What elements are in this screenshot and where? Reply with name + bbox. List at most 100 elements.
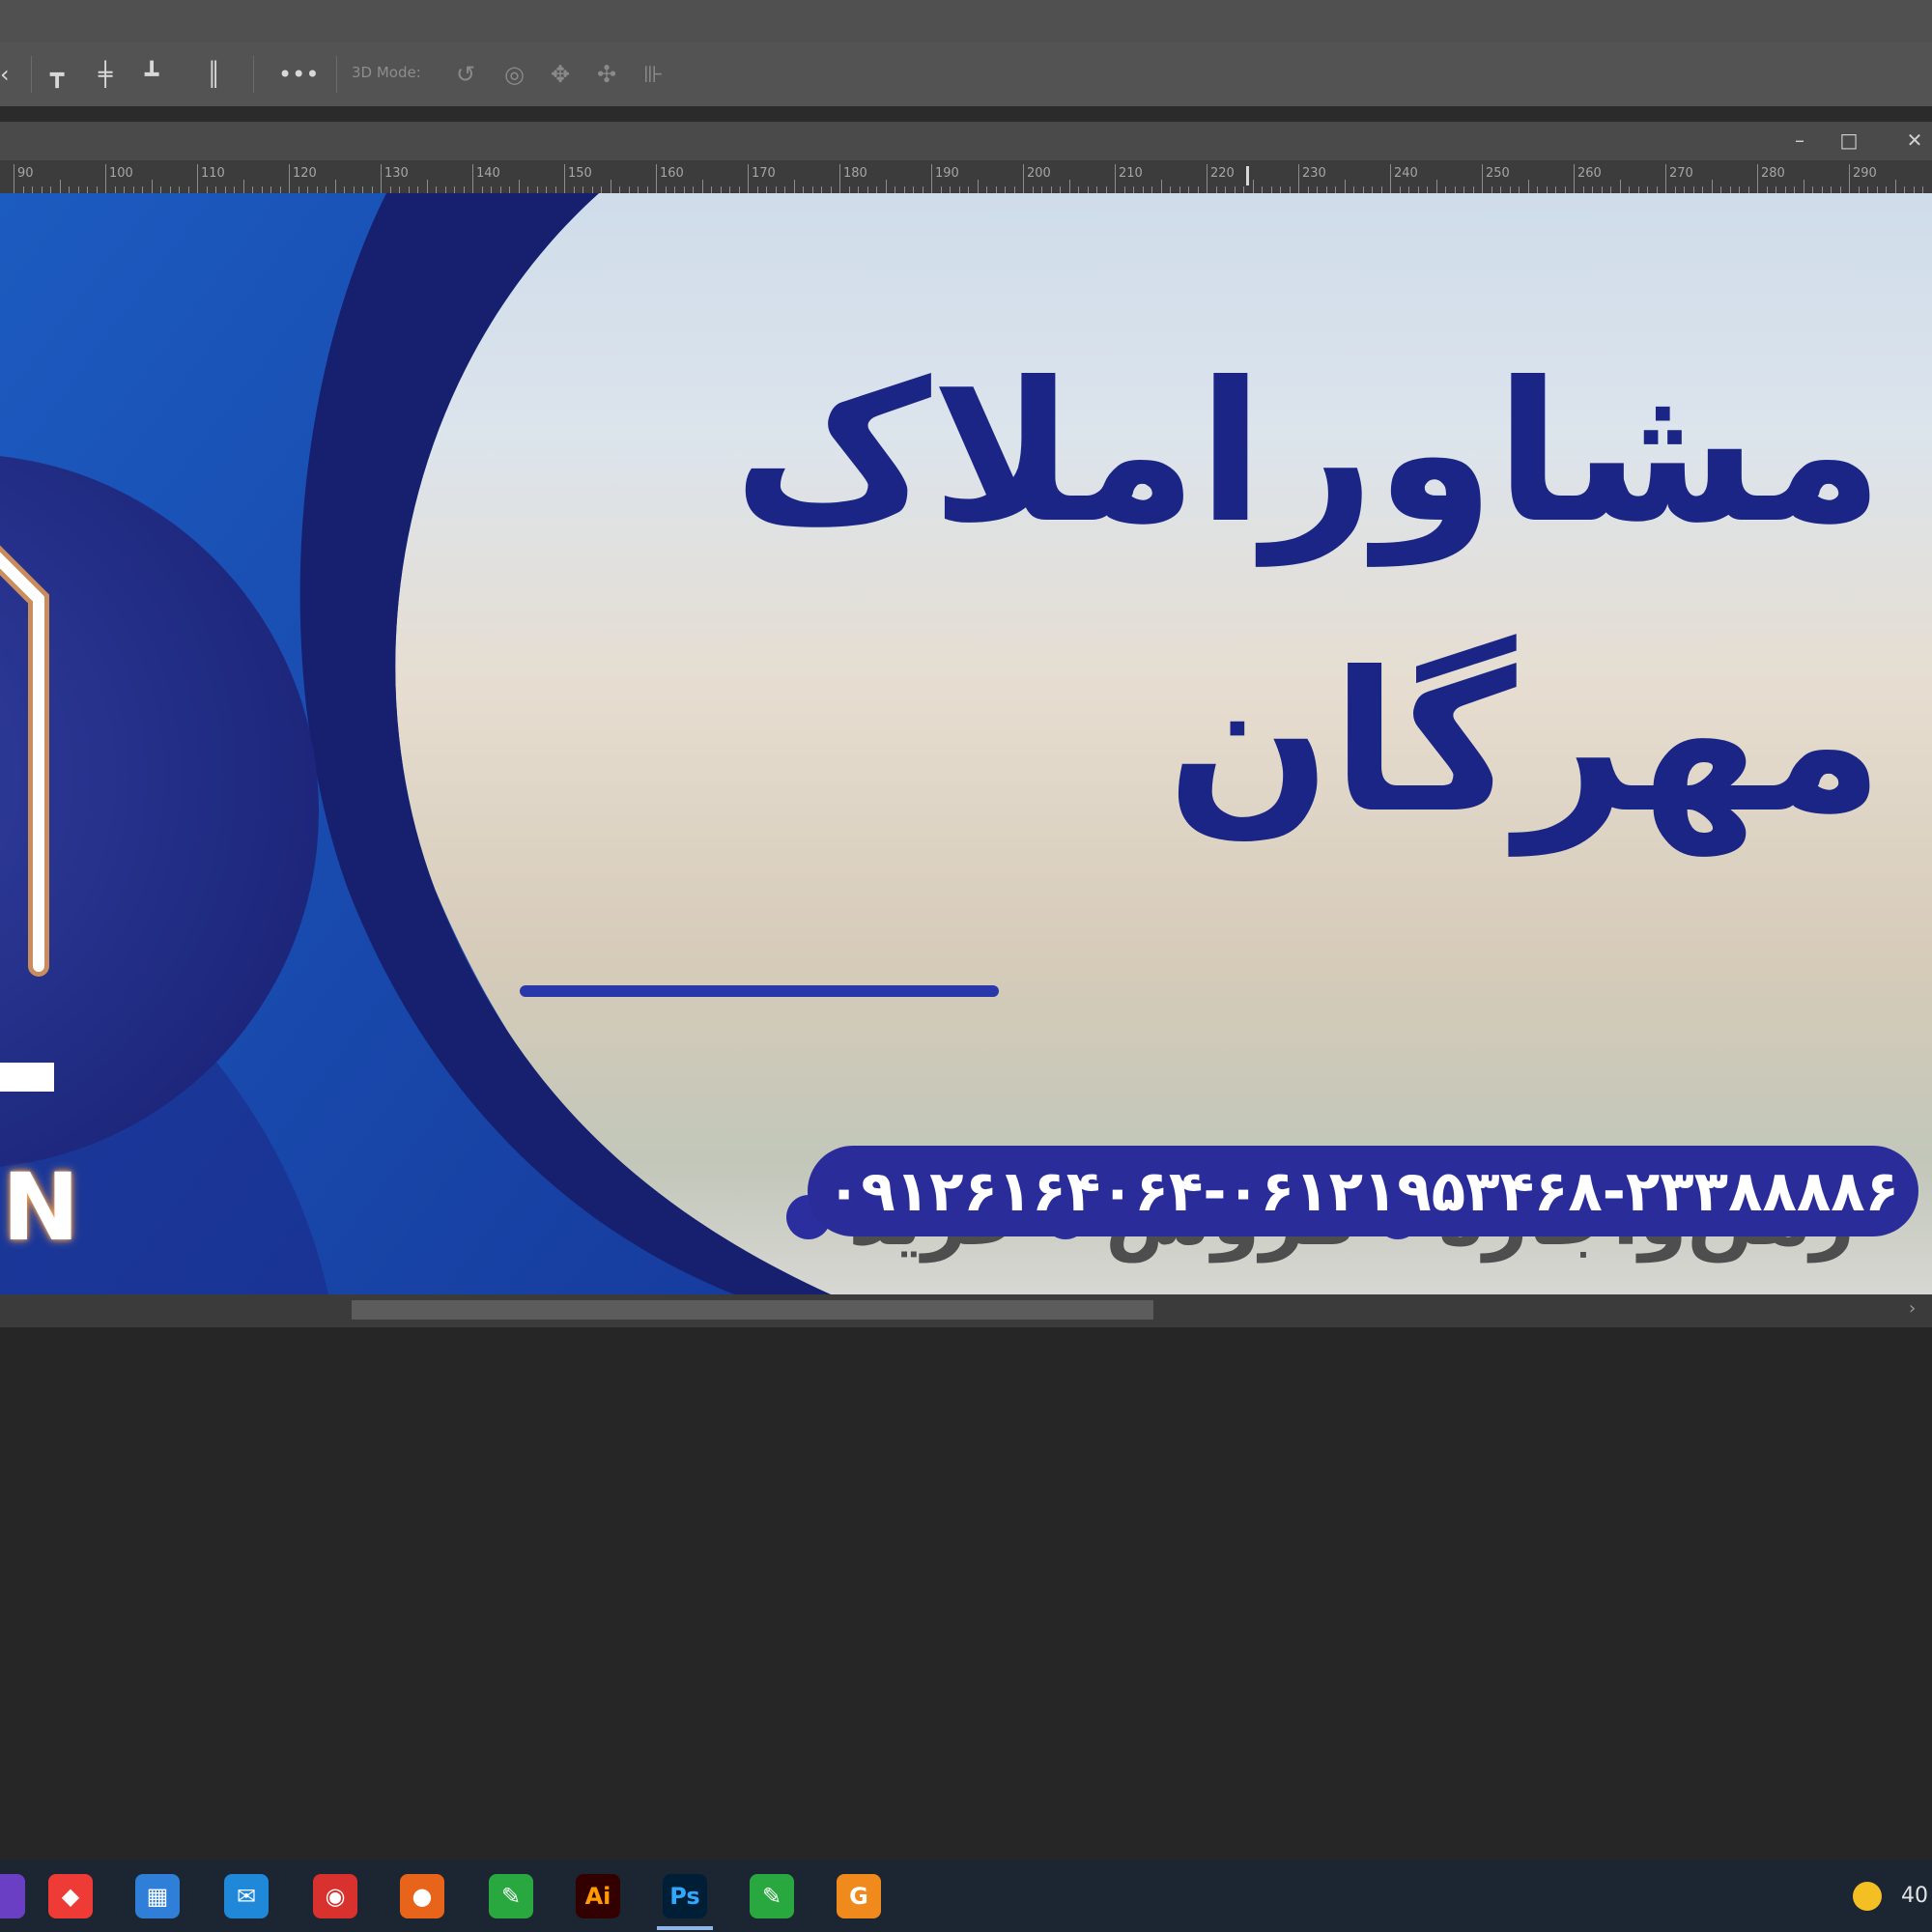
ruler-label: 120 (293, 166, 317, 181)
photoshop-icon[interactable]: Ps (657, 1874, 713, 1930)
ruler-minor-tick (509, 186, 510, 193)
align-bottom-icon[interactable]: ┻ (145, 62, 158, 87)
ruler-minor-tick (1105, 186, 1107, 193)
ruler-minor-tick (638, 186, 639, 193)
ruler-tick (1849, 164, 1850, 193)
roll-3d-icon[interactable]: ◎ (504, 62, 525, 87)
ruler-minor-tick (242, 180, 244, 193)
title-underline (520, 985, 999, 997)
ruler-minor-tick (711, 186, 712, 193)
ruler-minor-tick (371, 186, 373, 193)
corel-green-icon-2[interactable]: ✎ (750, 1874, 794, 1918)
options-bar-edge-icon[interactable]: ‹ (0, 62, 10, 87)
workspace-background (0, 1327, 1932, 1861)
ruler-minor-tick (261, 186, 263, 193)
weather-icon[interactable] (1853, 1882, 1882, 1911)
ruler-minor-tick (830, 186, 832, 193)
more-options-button[interactable]: ••• (278, 62, 319, 87)
ruler-minor-tick (1325, 186, 1327, 193)
ruler-minor-tick (1913, 186, 1915, 193)
ruler-minor-tick (1610, 186, 1611, 193)
3d-mode-label: 3D Mode: (352, 64, 421, 81)
orbit-3d-icon[interactable]: ↺ (456, 62, 475, 87)
ruler-tick (1023, 164, 1024, 193)
horizontal-scrollbar[interactable]: › (0, 1294, 1932, 1327)
store-icon[interactable]: ▦ (135, 1874, 180, 1918)
mail-icon[interactable]: ✉ (224, 1874, 269, 1918)
ruler-minor-tick (1060, 186, 1061, 193)
ruler-label: 200 (1027, 166, 1051, 181)
options-separator (253, 56, 254, 93)
ruler-minor-tick (1564, 186, 1566, 193)
ruler-minor-tick (674, 186, 675, 193)
pan-3d-icon[interactable]: ✥ (551, 62, 570, 87)
ruler-minor-tick (316, 186, 318, 193)
slide-3d-icon[interactable]: ✣ (597, 62, 616, 87)
app-purple-icon[interactable] (0, 1874, 25, 1918)
ruler-minor-tick (1794, 186, 1795, 193)
ruler-label: 280 (1761, 166, 1785, 181)
ruler-minor-tick (986, 186, 987, 193)
illustrator-icon-glyph: Ai (584, 1883, 611, 1910)
ruler-minor-tick (1629, 186, 1630, 193)
ruler-minor-tick (821, 186, 822, 193)
ruler-tick (1390, 164, 1391, 193)
ruler-minor-tick (169, 186, 171, 193)
align-vertical-center-icon[interactable]: ╪ (99, 62, 112, 87)
orange-app-icon[interactable]: G (837, 1874, 881, 1918)
document-canvas[interactable]: مشاوراملاک مهرگان خرید فروش رهن‌واجاره ۰… (0, 193, 1932, 1294)
ruler-minor-tick (546, 186, 547, 193)
minimize-button[interactable]: – (1782, 126, 1817, 155)
ruler-minor-tick (307, 186, 308, 193)
ruler-minor-tick (454, 186, 455, 193)
scroll-right-arrow-icon[interactable]: › (1909, 1298, 1916, 1319)
ruler-label: 290 (1853, 166, 1877, 181)
ruler-minor-tick (114, 186, 116, 193)
ruler-minor-tick (436, 186, 437, 193)
close-button[interactable]: ✕ (1897, 126, 1932, 155)
ruler-label: 130 (384, 166, 409, 181)
ruler-minor-tick (958, 186, 960, 193)
scrollbar-thumb[interactable] (352, 1300, 1153, 1320)
ruler-minor-tick (1886, 186, 1887, 193)
ruler-minor-tick (22, 186, 24, 193)
restore-button[interactable]: □ (1832, 126, 1866, 155)
ruler-minor-tick (1445, 186, 1446, 193)
ruler-minor-tick (334, 180, 336, 193)
corel-green-icon[interactable]: ✎ (489, 1874, 533, 1918)
logo-bar (0, 1063, 54, 1092)
ruler-minor-tick (69, 186, 70, 193)
ruler-minor-tick (1537, 186, 1538, 193)
ruler-minor-tick (977, 180, 979, 193)
ruler-label: 90 (17, 166, 34, 181)
ruler-minor-tick (582, 186, 583, 193)
scale-3d-icon[interactable]: ⊪ (643, 62, 664, 87)
corel-green-icon-glyph: ✎ (500, 1883, 522, 1910)
ruler-minor-tick (1463, 186, 1464, 193)
ruler-minor-tick (1197, 186, 1199, 193)
ruler-minor-tick (1619, 180, 1621, 193)
photoshop-icon-glyph: Ps (669, 1883, 700, 1910)
firefox-icon[interactable]: ● (400, 1874, 444, 1918)
ruler-minor-tick (1674, 186, 1676, 193)
ruler-label: 260 (1577, 166, 1602, 181)
ruler-minor-tick (344, 186, 345, 193)
illustrator-icon[interactable]: Ai (576, 1874, 620, 1918)
ruler-minor-tick (298, 186, 299, 193)
ruler-minor-tick (1858, 186, 1860, 193)
ruler-minor-tick (867, 186, 868, 193)
camera-app-icon[interactable]: ◉ (313, 1874, 357, 1918)
anydesk-icon[interactable]: ◆ (48, 1874, 93, 1918)
ruler-minor-tick (619, 186, 620, 193)
ruler-minor-tick (1399, 186, 1401, 193)
horizontal-ruler[interactable]: 90 100 110 120 130 140 150 160 170 180 190 200 210 22… (0, 160, 1932, 194)
ruler-tick (656, 164, 657, 193)
distribute-icon[interactable]: ║ (207, 62, 220, 87)
options-bar: ‹ ┳ ╪ ┻ ║ ••• 3D Mode: ↺ ◎ ✥ ✣ ⊪ (0, 43, 1932, 107)
ruler-minor-tick (1711, 180, 1713, 193)
ruler-minor-tick (1500, 186, 1501, 193)
ruler-minor-tick (353, 186, 355, 193)
align-top-icon[interactable]: ┳ (50, 62, 64, 87)
ruler-minor-tick (463, 186, 465, 193)
ruler-minor-tick (1582, 186, 1584, 193)
